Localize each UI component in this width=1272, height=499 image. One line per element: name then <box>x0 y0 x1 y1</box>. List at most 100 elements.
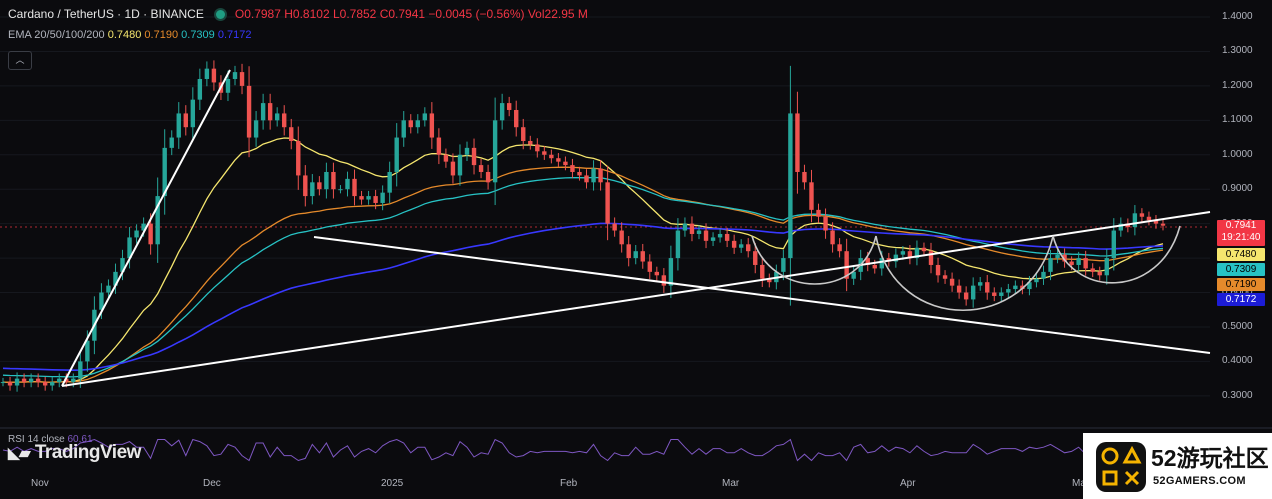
candle-body <box>303 175 308 197</box>
candle-body <box>781 258 786 272</box>
candle-body <box>204 68 210 79</box>
price-tick-label: 0.4000 <box>1222 355 1253 367</box>
ohlc-low: 0.7852 <box>339 7 377 21</box>
watermark-name: 52游玩社区 <box>1151 445 1269 471</box>
candle-body <box>331 171 336 190</box>
candle-body <box>0 382 6 384</box>
candle-body <box>724 233 730 241</box>
candle-body <box>1041 271 1046 279</box>
candle-body <box>830 230 835 245</box>
last-price-box: 0.7941 19:21:40 <box>1217 220 1265 246</box>
market-status-icon <box>215 10 225 19</box>
candle-body <box>485 171 491 183</box>
ohlc-open: 0.7987 <box>244 7 281 21</box>
candle-body <box>310 182 315 197</box>
candle-body <box>816 209 821 217</box>
candle-body <box>359 196 364 200</box>
price-tick-label: 1.4000 <box>1222 11 1253 22</box>
candle-body <box>183 113 188 128</box>
ema100-line <box>2 176 1164 378</box>
candle-body <box>577 171 582 176</box>
tradingview-logo-icon: ◣▰ <box>8 445 31 462</box>
ohlc-low-label: L <box>332 7 340 21</box>
last-price: 0.7941 <box>1225 220 1257 231</box>
time-tick-label: Feb <box>560 478 578 489</box>
ema100-price-box: 0.7309 <box>1217 263 1265 276</box>
price-tick-label: 0.3000 <box>1222 389 1253 401</box>
volume-label: Vol <box>527 7 545 21</box>
candle-body <box>528 140 533 145</box>
ema20-value: 0.7480 <box>107 29 142 41</box>
chart-grid <box>0 16 1210 397</box>
ohlc-change: −0.0045 (−0.56%) <box>428 7 525 21</box>
candle-body <box>999 292 1004 296</box>
symbol-title[interactable]: Cardano / TetherUS · 1D · BINANCE <box>8 7 204 21</box>
ohlc-high: 0.8102 <box>292 7 330 21</box>
candle-body <box>14 378 20 386</box>
symbol-header: Cardano / TetherUS · 1D · BINANCE O0.7987… <box>8 7 588 21</box>
candle-body <box>626 244 631 259</box>
candle-body <box>338 189 343 191</box>
candle-body <box>394 137 399 172</box>
candle-body <box>738 244 744 248</box>
candle-body <box>366 196 371 200</box>
candle-body <box>415 120 420 128</box>
candle-body <box>42 382 48 386</box>
collapse-legend-button[interactable]: ︿ <box>8 51 32 70</box>
candle-body <box>106 285 111 293</box>
candle-body <box>471 147 477 166</box>
candle-body <box>429 113 435 138</box>
candle-body <box>612 223 617 231</box>
candle-body <box>837 244 842 252</box>
candle-body <box>1006 289 1011 293</box>
candle-body <box>1139 213 1145 217</box>
candle-body <box>85 340 90 362</box>
candle-body <box>872 264 877 269</box>
candle-body <box>282 113 287 128</box>
price-chart[interactable] <box>0 0 1272 499</box>
ema-legend[interactable]: EMA 20/50/100/200 0.7480 0.7190 0.7309 0… <box>8 29 252 41</box>
candle-body <box>373 196 378 203</box>
candle-body <box>492 120 498 183</box>
candle-body <box>274 113 280 121</box>
price-tick-label: 0.9000 <box>1222 183 1253 195</box>
candle-body <box>1146 216 1152 221</box>
candle-body <box>598 168 603 183</box>
candle-body <box>795 113 800 172</box>
candle-body <box>436 137 442 155</box>
ohlc-high-label: H <box>284 7 293 21</box>
time-tick-label: Mar <box>722 478 740 489</box>
candle-body <box>668 258 674 286</box>
52gamers-logo-icon <box>1096 442 1146 492</box>
ema200-price-box: 0.7172 <box>1217 293 1265 306</box>
time-tick-label: Apr <box>900 478 916 489</box>
price-tick-label: 1.2000 <box>1222 79 1253 91</box>
candle-body <box>788 113 793 259</box>
candle-body <box>760 264 765 279</box>
candle-body <box>324 171 329 190</box>
cup-arc-1 <box>751 235 877 285</box>
candle-body <box>654 271 660 276</box>
candle-body <box>619 230 624 245</box>
ohlc-open-label: O <box>234 7 245 21</box>
ema20-line <box>2 137 1164 384</box>
candle-body <box>464 147 470 155</box>
candle-body <box>521 127 526 141</box>
candle-body <box>563 161 568 166</box>
candle-body <box>542 151 547 155</box>
candle-body <box>633 251 638 259</box>
candle-body <box>956 285 962 293</box>
ema50-line <box>2 166 1164 383</box>
candle-body <box>169 137 174 148</box>
price-tick-label: 1.3000 <box>1222 45 1253 57</box>
candle-body <box>71 378 76 383</box>
candle-body <box>1160 223 1166 226</box>
candle-body <box>380 192 385 203</box>
candle-body <box>1034 278 1039 283</box>
candle-body <box>1132 213 1138 228</box>
candle-body <box>190 99 196 128</box>
candle-body <box>1048 258 1053 272</box>
candle-body <box>682 223 688 231</box>
ema100-value: 0.7309 <box>181 29 215 41</box>
candle-body <box>647 261 652 272</box>
